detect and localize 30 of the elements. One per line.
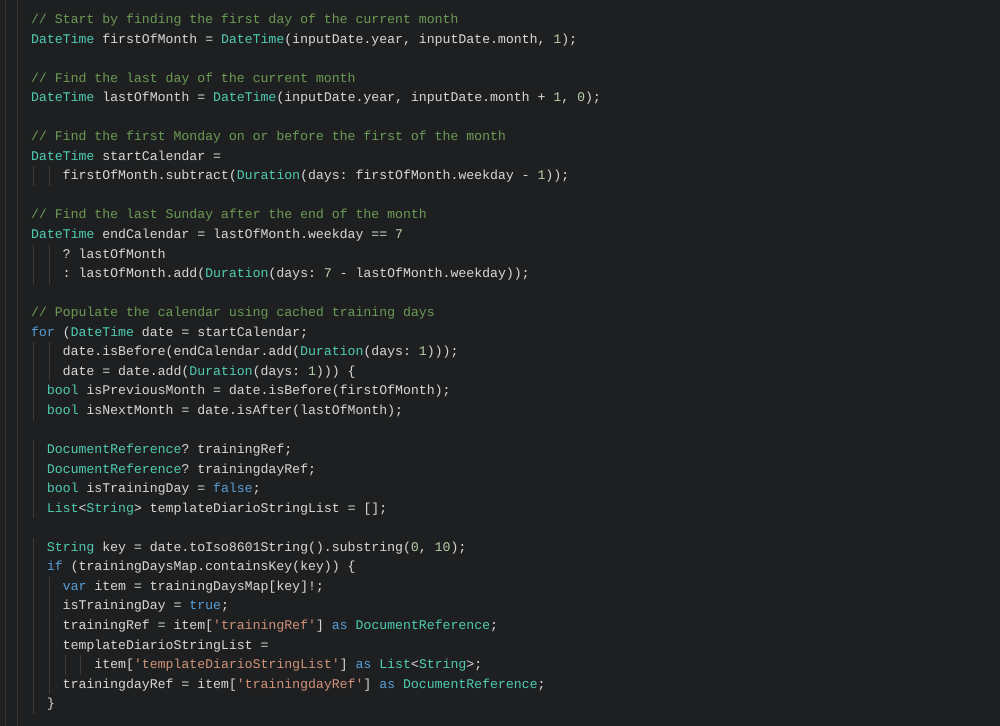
code-line: var item = trainingDaysMap[key]!; (62, 578, 324, 594)
code-line: // Find the last Sunday after the end of the month (31, 207, 427, 222)
code-line: item['templateDiarioStringList'] as List<String>; (94, 657, 482, 672)
code-line: ? lastOfMonth (62, 246, 166, 262)
code-line: // Populate the calendar using cached training days (31, 305, 435, 320)
code-line: isTrainingDay = true; (62, 598, 229, 614)
code-line: DateTime firstOfMonth = DateTime(inputDate.year, inputDate.month, 1); (31, 32, 578, 47)
code-line: String key = date.toIso8601String().substring(0, 10); (46, 540, 466, 555)
code-line: bool isPreviousMonth = date.isBefore(firstOfMonth); (46, 383, 450, 398)
code-line: : lastOfMonth.add(Duration(days: 7 - lastOfMonth.weekday)); (62, 266, 530, 282)
code-line: DocumentReference? trainingRef; (46, 442, 292, 458)
code-line: List<String> templateDiarioStringList = []; (46, 500, 388, 516)
code-line: // Find the first Monday on or before the first of the month (31, 129, 506, 144)
code-line: for (DateTime date = startCalendar; (31, 324, 308, 340)
code-line: trainingRef = item['trainingRef'] as DocumentReference; (62, 618, 498, 633)
code-line: bool isNextMonth = date.isAfter(lastOfMonth); (46, 402, 403, 418)
code-line: DocumentReference? trainingdayRef; (46, 462, 316, 477)
code-line: DateTime lastOfMonth = DateTime(inputDate.year, inputDate.month + 1, 0); (31, 90, 601, 106)
code-line: date.isBefore(endCalendar.add(Duration(days: 1))); (62, 344, 458, 360)
code-line: date = date.add(Duration(days: 1))) { (62, 364, 356, 379)
code-line: // Find the last day of the current month (31, 70, 356, 86)
code-line: trainingdayRef = item['trainingdayRef'] as DocumentReference; (62, 676, 546, 692)
code-line: templateDiarioStringList = (62, 638, 268, 652)
code-line: // Start by finding the first day of the current month (31, 12, 458, 27)
code-line: if (trainingDaysMap.containsKey(key)) { (46, 559, 356, 574)
code-line: firstOfMonth.subtract(Duration(days: firstOfMonth.weekday - 1)); (62, 168, 570, 184)
code-line: } (46, 696, 55, 712)
code-line: bool isTrainingDay = false; (46, 481, 261, 496)
code-line: DateTime endCalendar = lastOfMonth.weekday == 7 (31, 227, 403, 242)
code-line: DateTime startCalendar = (31, 148, 221, 164)
